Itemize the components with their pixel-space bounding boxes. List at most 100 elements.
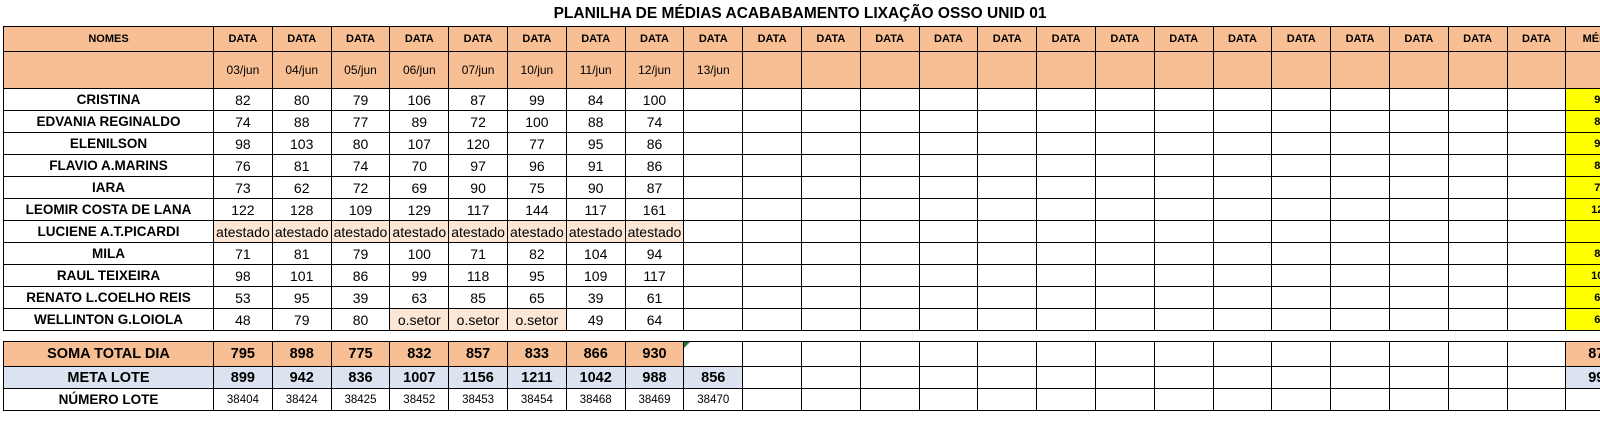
row-cell[interactable] <box>977 220 1038 243</box>
soma-cell[interactable] <box>1212 341 1273 367</box>
spacer-cell[interactable] <box>977 330 1037 342</box>
row-cell[interactable] <box>1212 242 1273 265</box>
soma-cell[interactable]: 898 <box>271 341 332 367</box>
numero-cell[interactable] <box>742 388 802 411</box>
row-cell[interactable] <box>1447 264 1508 287</box>
row-cell[interactable] <box>977 198 1038 221</box>
meta-cell[interactable] <box>1212 366 1273 389</box>
row-name[interactable]: IARA <box>3 176 214 199</box>
row-cell[interactable]: 48 <box>213 308 273 331</box>
row-cell[interactable] <box>1447 154 1508 177</box>
header-data[interactable]: DATA <box>742 26 802 52</box>
header-date[interactable]: 03/jun <box>213 51 273 89</box>
row-cell[interactable] <box>800 132 861 155</box>
row-media[interactable]: 90 <box>1565 88 1600 111</box>
row-cell[interactable] <box>1447 286 1508 309</box>
row-cell[interactable] <box>1153 242 1214 265</box>
row-name[interactable]: MILA <box>3 242 214 265</box>
row-cell[interactable] <box>1036 176 1096 199</box>
spacer-cell[interactable] <box>1271 330 1331 342</box>
row-media[interactable]: 128 <box>1565 198 1600 221</box>
header-data[interactable]: DATA <box>330 26 391 52</box>
row-cell[interactable] <box>742 286 802 309</box>
meta-cell[interactable] <box>1036 366 1096 389</box>
row-cell[interactable]: 90 <box>565 176 626 199</box>
soma-cell[interactable]: 832 <box>389 341 450 367</box>
row-cell[interactable] <box>742 242 802 265</box>
row-cell[interactable] <box>1447 176 1508 199</box>
header-data[interactable]: DATA <box>565 26 626 52</box>
row-cell[interactable] <box>683 154 744 177</box>
row-cell[interactable]: atestado <box>330 220 391 243</box>
row-cell[interactable]: 88 <box>271 110 332 133</box>
row-cell[interactable]: 39 <box>565 286 626 309</box>
header-data[interactable]: DATA <box>1212 26 1273 52</box>
meta-cell[interactable]: 1156 <box>448 366 508 389</box>
row-cell[interactable] <box>918 308 979 331</box>
row-cell[interactable] <box>918 242 979 265</box>
row-cell[interactable] <box>859 154 920 177</box>
row-cell[interactable] <box>977 176 1038 199</box>
row-cell[interactable] <box>742 110 802 133</box>
row-cell[interactable] <box>1271 176 1332 199</box>
row-media[interactable]: 103 <box>1565 264 1600 287</box>
header-date[interactable] <box>1094 51 1155 89</box>
row-cell[interactable]: 99 <box>506 88 567 111</box>
row-cell[interactable]: 120 <box>448 132 508 155</box>
header-nomes[interactable]: NOMES <box>3 26 214 52</box>
row-media[interactable]: 83 <box>1565 110 1600 133</box>
soma-cell[interactable]: 775 <box>330 341 391 367</box>
row-cell[interactable] <box>918 198 979 221</box>
soma-cell[interactable] <box>800 341 861 367</box>
row-cell[interactable] <box>1094 132 1155 155</box>
header-data[interactable]: DATA <box>1447 26 1508 52</box>
row-cell[interactable]: 129 <box>389 198 450 221</box>
row-cell[interactable] <box>918 132 979 155</box>
row-cell[interactable] <box>1506 220 1567 243</box>
row-cell[interactable] <box>683 286 744 309</box>
row-cell[interactable] <box>742 308 802 331</box>
row-cell[interactable] <box>1506 154 1567 177</box>
row-name[interactable]: ELENILSON <box>3 132 214 155</box>
row-cell[interactable]: 95 <box>271 286 332 309</box>
soma-cell[interactable]: 866 <box>565 341 626 367</box>
row-cell[interactable]: 62 <box>271 176 332 199</box>
row-cell[interactable]: 122 <box>213 198 273 221</box>
row-media[interactable]: 85 <box>1565 242 1600 265</box>
row-cell[interactable] <box>742 176 802 199</box>
soma-cell[interactable] <box>1388 341 1449 367</box>
row-cell[interactable] <box>683 88 744 111</box>
row-cell[interactable]: 87 <box>448 88 508 111</box>
row-cell[interactable]: 76 <box>213 154 273 177</box>
row-cell[interactable] <box>1271 132 1332 155</box>
row-cell[interactable] <box>1506 198 1567 221</box>
meta-cell[interactable]: 899 <box>213 366 273 389</box>
row-cell[interactable]: o.setor <box>506 308 567 331</box>
row-cell[interactable] <box>1330 286 1390 309</box>
row-cell[interactable]: 101 <box>271 264 332 287</box>
header-date[interactable] <box>1388 51 1449 89</box>
header-data[interactable]: DATA <box>977 26 1038 52</box>
spacer-cell[interactable] <box>1330 330 1390 342</box>
numero-cell[interactable]: 38404 <box>213 388 273 411</box>
row-cell[interactable] <box>1212 132 1273 155</box>
row-cell[interactable]: 106 <box>389 88 450 111</box>
meta-cell[interactable] <box>1506 366 1567 389</box>
row-cell[interactable]: 91 <box>565 154 626 177</box>
row-cell[interactable] <box>977 286 1038 309</box>
row-cell[interactable] <box>1036 220 1096 243</box>
row-cell[interactable] <box>859 264 920 287</box>
soma-cell[interactable] <box>1330 341 1390 367</box>
row-cell[interactable]: 64 <box>624 308 685 331</box>
row-cell[interactable] <box>742 198 802 221</box>
row-cell[interactable] <box>1388 264 1449 287</box>
row-cell[interactable] <box>1153 176 1214 199</box>
spacer-cell[interactable] <box>1213 330 1272 342</box>
spacer-cell[interactable] <box>566 330 626 342</box>
numero-cell[interactable] <box>1036 388 1096 411</box>
header-date[interactable] <box>742 51 802 89</box>
spacer-cell[interactable] <box>860 330 920 342</box>
meta-cell[interactable]: 1042 <box>565 366 626 389</box>
numero-cell[interactable]: 38425 <box>330 388 391 411</box>
spacer-cell[interactable] <box>1507 330 1566 342</box>
